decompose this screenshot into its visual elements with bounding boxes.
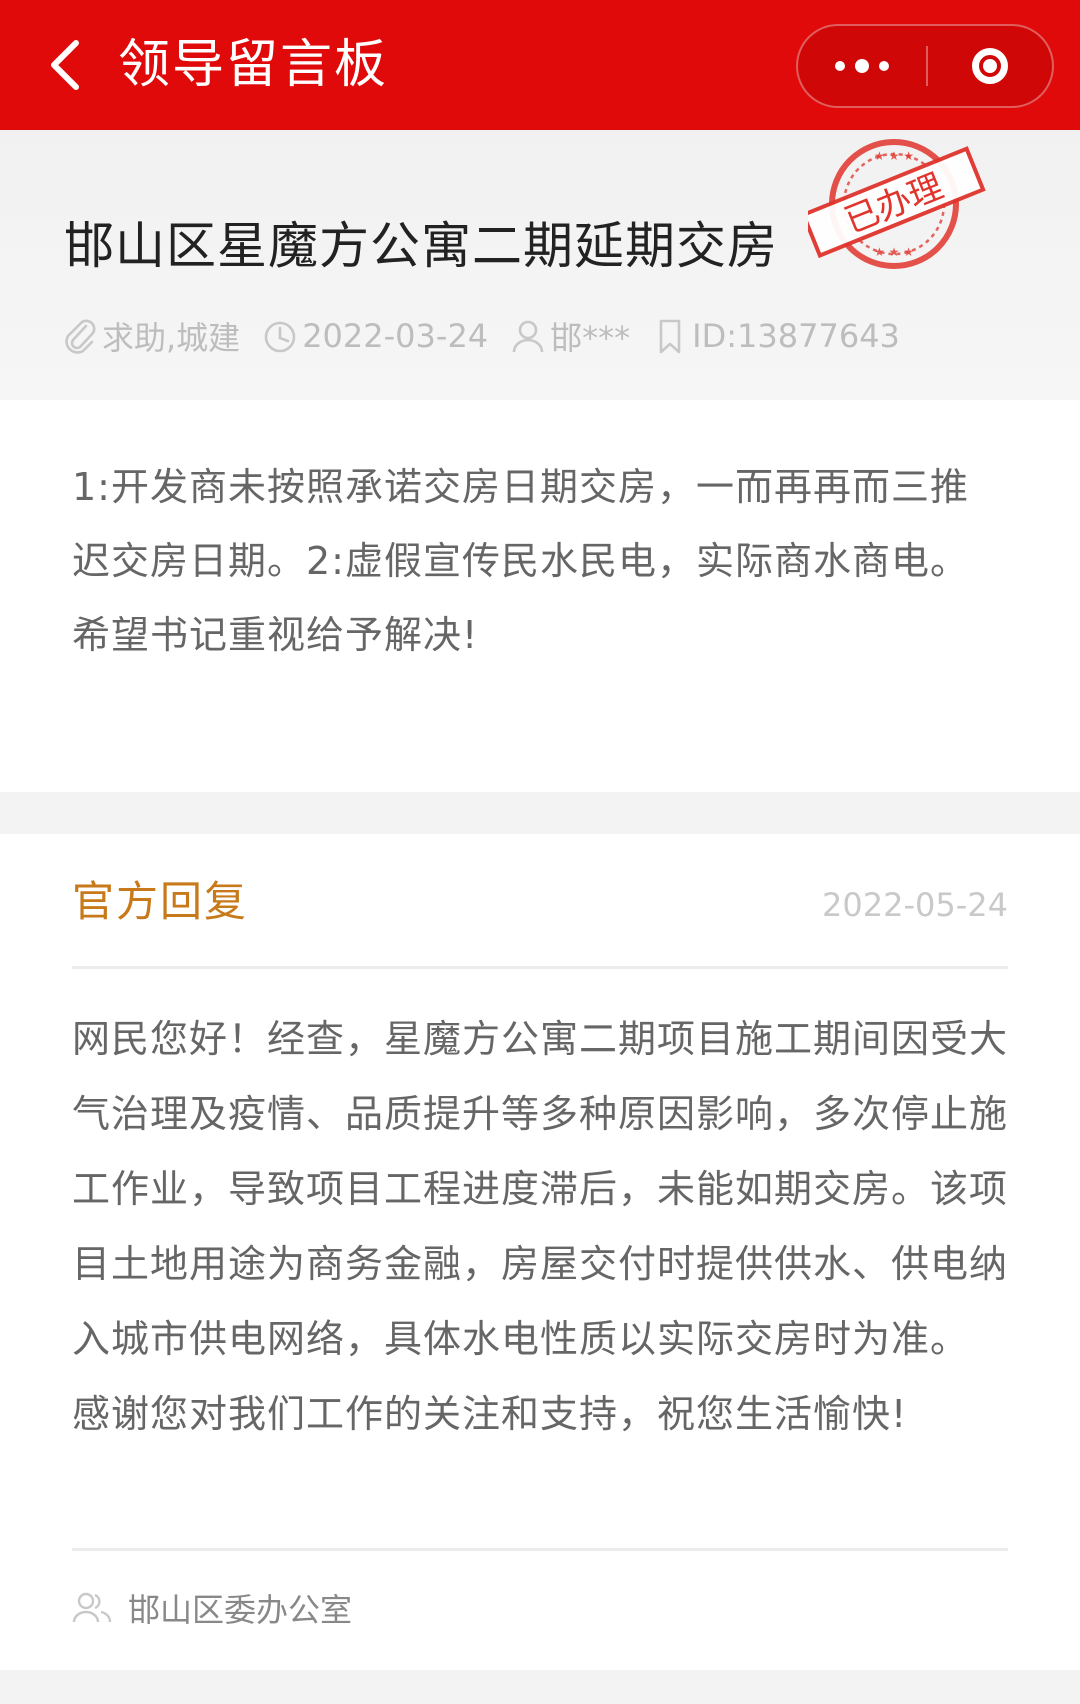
close-button[interactable] bbox=[928, 26, 1052, 106]
reply-content: 网民您好！经查，星魔方公寓二期项目施工期间因受大气治理及疫情、品质提升等多种原因… bbox=[72, 1017, 1009, 1436]
meta-category-text: 求助,城建 bbox=[102, 319, 241, 357]
reply-divider-bottom bbox=[72, 1548, 1008, 1551]
message-header: 邯山区星魔方公寓二期延期交房 求助,城建 2022-03-24 邯*** ID:… bbox=[0, 130, 1080, 400]
processed-stamp: 已办理 ★ ★ ★ ★ ★ ★ bbox=[808, 139, 986, 269]
message-content: 1:开发商未按照承诺交房日期交房，一而再再而三推迟交房日期。2:虚假宣传民水民电… bbox=[72, 465, 969, 657]
message-meta: 求助,城建 2022-03-24 邯*** ID:13877643 bbox=[62, 312, 922, 360]
message-content-card: 1:开发商未按照承诺交房日期交房，一而再再而三推迟交房日期。2:虚假宣传民水民电… bbox=[0, 400, 1080, 792]
page-title: 领导留言板 bbox=[118, 35, 389, 95]
top-nav-bar: 领导留言板 bbox=[0, 0, 1080, 130]
meta-date-text: 2022-03-24 bbox=[302, 317, 489, 355]
user-icon bbox=[512, 320, 544, 353]
reply-department-text: 邯山区委办公室 bbox=[128, 1591, 353, 1629]
more-dots-icon bbox=[835, 61, 845, 71]
meta-category: 求助,城建 bbox=[62, 313, 240, 359]
back-button[interactable] bbox=[36, 36, 94, 94]
clock-icon bbox=[264, 321, 296, 353]
reply-divider-top bbox=[72, 966, 1008, 969]
app-root: 领导留言板 邯山区星魔方公寓二期延期交房 求助,城建 2022-03-24 邯*… bbox=[0, 0, 1080, 1704]
users-icon bbox=[72, 1592, 112, 1623]
reply-date: 2022-05-24 bbox=[822, 886, 1008, 924]
mini-program-capsule bbox=[796, 24, 1054, 108]
reply-title: 官方回复 bbox=[72, 877, 249, 926]
meta-id-text: ID:13877643 bbox=[692, 317, 900, 355]
meta-id: ID:13877643 bbox=[652, 316, 900, 356]
meta-author: 邯*** bbox=[510, 313, 630, 359]
meta-author-text: 邯*** bbox=[550, 319, 631, 357]
bookmark-icon bbox=[659, 319, 681, 354]
paperclip-icon bbox=[65, 319, 96, 354]
back-arrow-icon bbox=[51, 40, 79, 90]
svg-text:★ ★ ★: ★ ★ ★ bbox=[874, 149, 914, 163]
close-circle-icon bbox=[972, 48, 1008, 84]
reply-department: 邯山区委办公室 bbox=[72, 1582, 352, 1634]
message-title: 邯山区星魔方公寓二期延期交房 bbox=[64, 217, 778, 275]
meta-date: 2022-03-24 bbox=[262, 316, 488, 356]
more-button[interactable] bbox=[798, 26, 926, 106]
official-reply-card: 官方回复 2022-05-24 网民您好！经查，星魔方公寓二期项目施工期间因受大… bbox=[0, 834, 1080, 1670]
svg-text:★ ★ ★: ★ ★ ★ bbox=[874, 245, 914, 259]
